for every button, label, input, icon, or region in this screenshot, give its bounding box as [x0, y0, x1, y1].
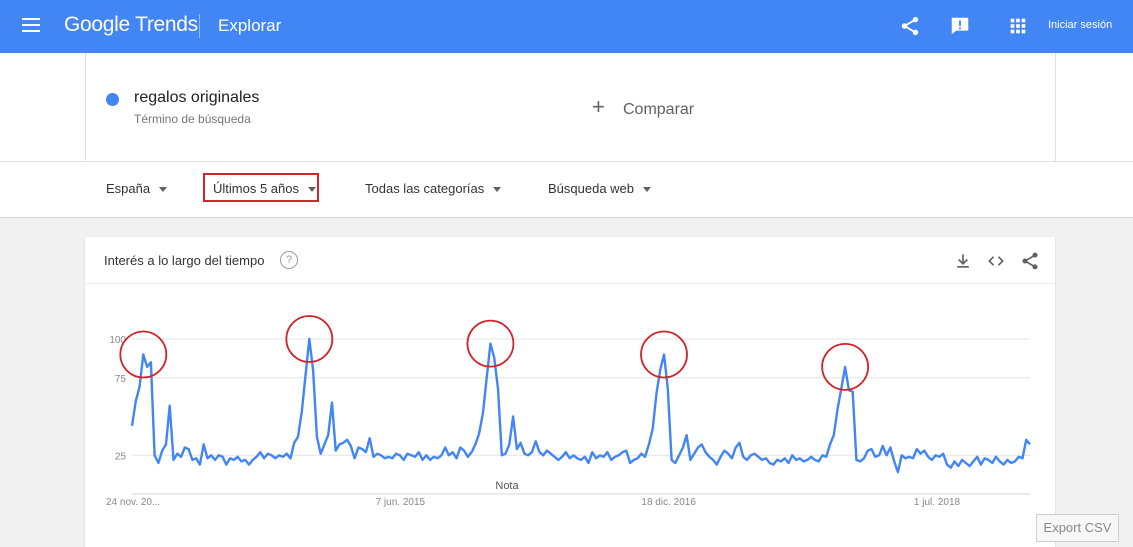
x-tick-label: 1 jul. 2018	[914, 497, 961, 508]
search-type-dropdown[interactable]: Búsqueda web	[548, 181, 652, 196]
plus-icon: +	[592, 94, 605, 119]
search-term-type: Término de búsqueda	[134, 112, 251, 126]
share-icon[interactable]	[899, 15, 921, 37]
interest-line-chart: 100 75 25 Nota 24 nov. 20... 7 jun. 2015 18 …	[106, 315, 1031, 508]
y-tick-label: 75	[115, 374, 127, 385]
header-divider	[199, 14, 200, 38]
compare-label: Comparar	[623, 101, 695, 118]
compare-card[interactable]: + Comparar	[570, 53, 1056, 161]
search-term-card[interactable]: regalos originales Término de búsqueda	[85, 53, 571, 161]
x-tick-label: 7 jun. 2015	[376, 497, 426, 508]
y-tick-label: 25	[115, 451, 127, 462]
interest-over-time-card: Interés a lo largo del tiempo ? 100 75 25 …	[85, 237, 1055, 547]
series-line[interactable]	[130, 337, 1031, 474]
period-highlight-annotation	[203, 173, 319, 202]
term-color-dot	[106, 93, 119, 106]
google-trends-logo[interactable]: Google Trends	[64, 13, 198, 37]
y-tick-label: 100	[109, 335, 126, 346]
category-dropdown[interactable]: Todas las categorías	[365, 181, 502, 196]
feedback-icon[interactable]	[949, 15, 971, 37]
apps-icon[interactable]	[1007, 15, 1029, 37]
x-tick-label: 24 nov. 20...	[106, 497, 160, 508]
x-tick-label: 18 dic. 2016	[641, 497, 696, 508]
export-csv-button[interactable]: Export CSV	[1036, 514, 1119, 542]
region-label: España	[106, 181, 151, 196]
menu-icon[interactable]	[22, 18, 40, 34]
search-type-label: Búsqueda web	[548, 181, 635, 196]
page-title: Explorar	[218, 16, 282, 35]
sign-in-link[interactable]: Iniciar sesión	[1048, 19, 1112, 31]
top-app-bar: Google Trends Explorar Iniciar sesión	[0, 0, 1133, 53]
dropdown-caret-icon	[159, 187, 168, 193]
region-dropdown[interactable]: España	[106, 181, 168, 196]
note-label[interactable]: Nota	[495, 480, 519, 492]
category-label: Todas las categorías	[365, 181, 485, 196]
dropdown-caret-icon	[493, 187, 502, 193]
search-term-name[interactable]: regalos originales	[134, 89, 259, 107]
dropdown-caret-icon	[643, 187, 652, 193]
filter-bar: España Últimos 5 años Todas las categorí…	[0, 161, 1133, 218]
